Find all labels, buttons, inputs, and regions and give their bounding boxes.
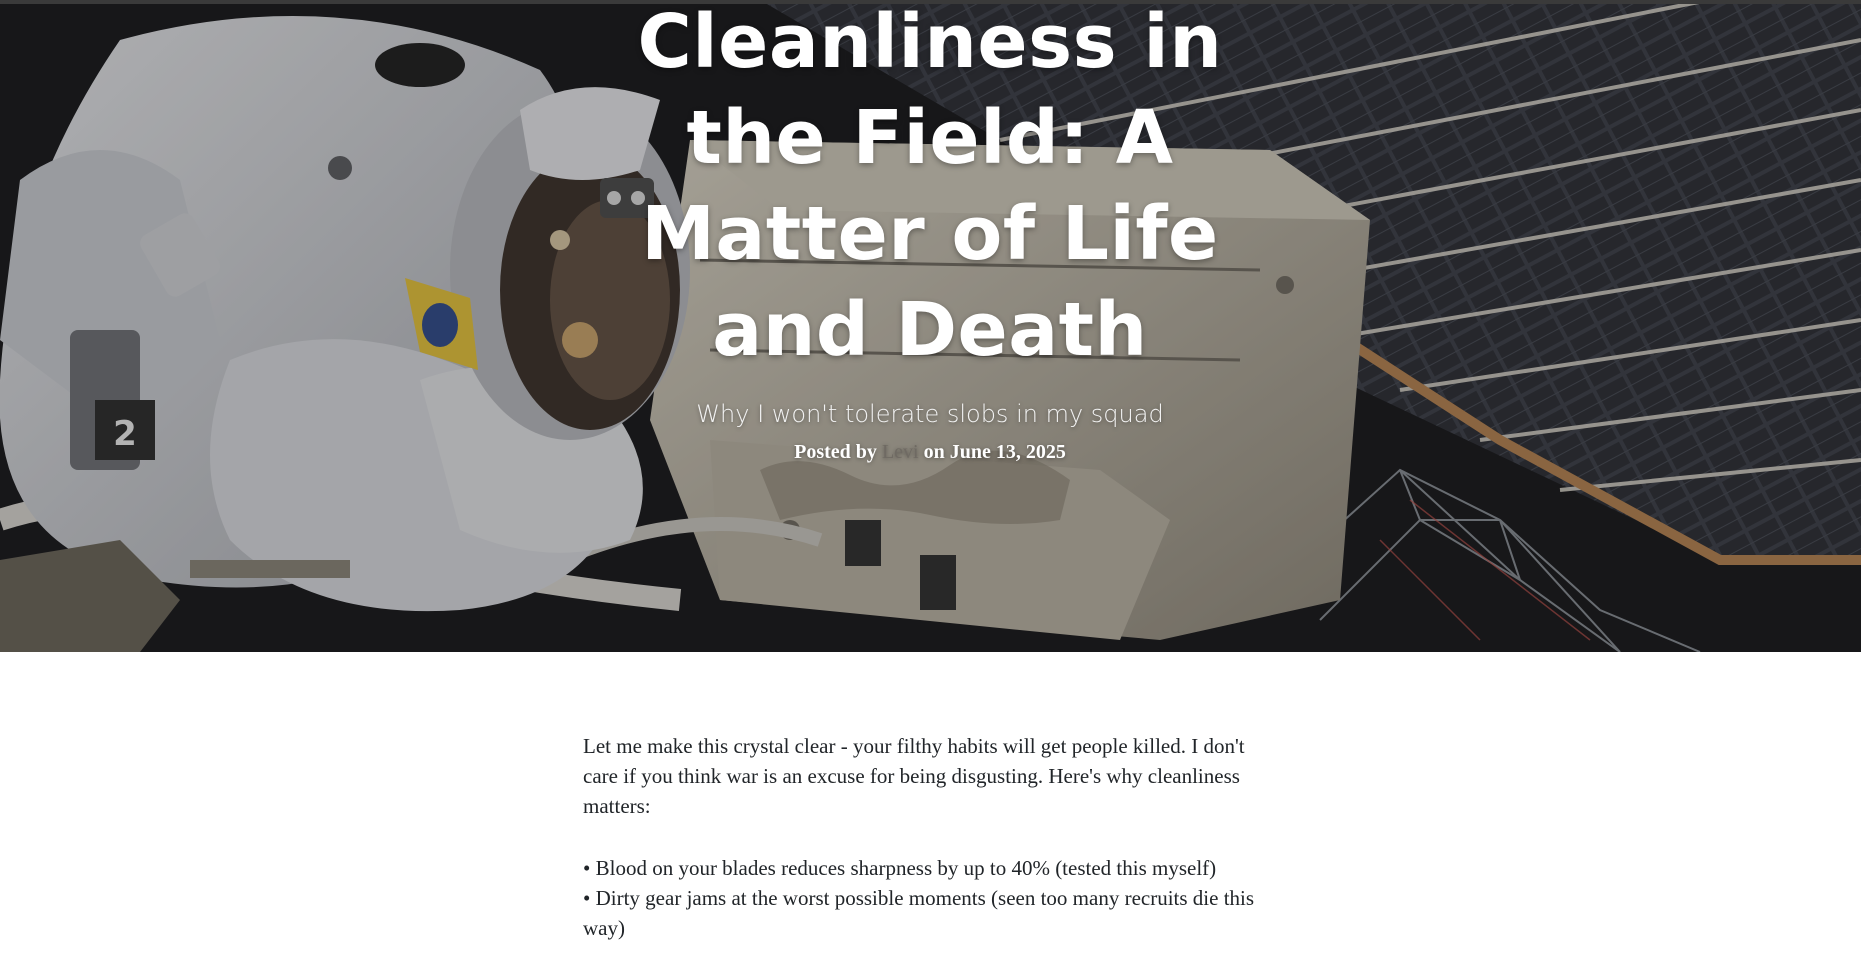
post-subtitle: Why I won't tolerate slobs in my squad (696, 400, 1164, 428)
post-title: Cleanliness in the Field: A Matter of Li… (637, 0, 1223, 373)
meta-prefix: Posted by (794, 441, 877, 463)
post-intro: Let me make this crystal clear - your fi… (583, 734, 1245, 818)
post-bullet: • Blood on your blades reduces sharpness… (583, 856, 1217, 880)
hero-header: 2 Cleanliness in the Field: A Matter of … (0, 0, 1861, 652)
author-link[interactable]: Levi (882, 441, 919, 463)
top-border (0, 0, 1861, 4)
post-meta: Posted by Levi on June 13, 2025 (620, 438, 1240, 466)
meta-date: on June 13, 2025 (923, 441, 1066, 463)
post-content: Let me make this crystal clear - your fi… (583, 731, 1273, 943)
post-heading: Cleanliness in the Field: A Matter of Li… (620, 0, 1240, 466)
post-bullet: • Dirty gear jams at the worst possible … (583, 886, 1255, 940)
